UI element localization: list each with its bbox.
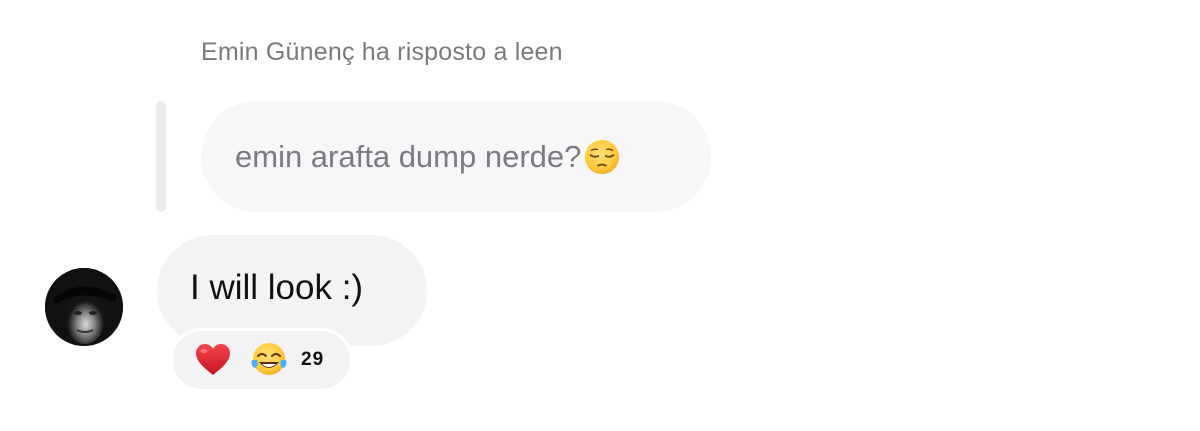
quoted-message-text: emin arafta dump nerde? xyxy=(235,138,582,174)
message-text: I will look :) xyxy=(190,267,364,307)
avatar-photo-icon xyxy=(45,268,123,346)
avatar[interactable] xyxy=(45,268,123,346)
pensive-face-icon xyxy=(585,139,620,174)
face-with-tears-of-joy-icon xyxy=(251,343,287,375)
red-heart-icon xyxy=(196,344,230,375)
reaction-count: 29 xyxy=(301,349,325,370)
reply-header: Emin Günenç ha risposto a leen xyxy=(201,38,563,66)
quoted-message-bubble[interactable]: emin arafta dump nerde? xyxy=(201,101,711,212)
quote-bar xyxy=(156,101,166,212)
reactions-pill[interactable]: 29 xyxy=(170,328,353,392)
